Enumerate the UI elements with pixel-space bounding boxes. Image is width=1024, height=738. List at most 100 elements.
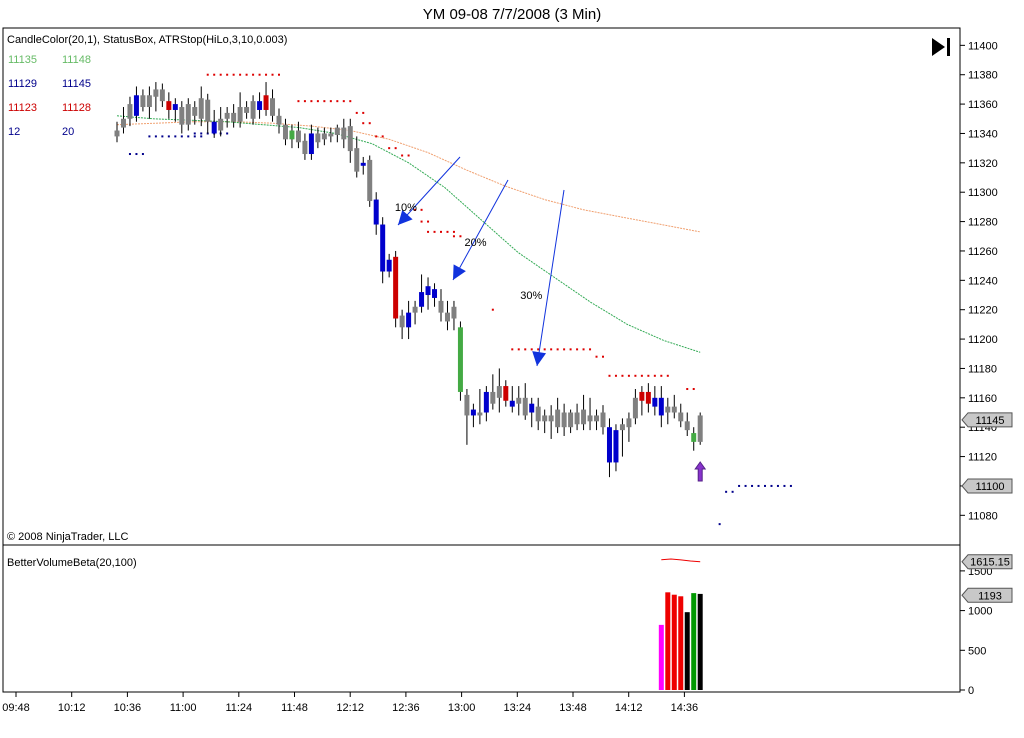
atr-stop-dot — [213, 73, 216, 76]
atr-stop-dot — [310, 100, 313, 103]
atr-stop-dot — [401, 154, 404, 157]
volume-bar — [691, 593, 697, 690]
candle-body — [308, 133, 314, 155]
atr-stop-dot — [459, 235, 462, 238]
candle-body — [671, 406, 677, 413]
candle-body — [535, 406, 541, 422]
status-box-right-value: 11148 — [62, 54, 91, 66]
candle-body — [594, 415, 600, 422]
candle-body — [270, 98, 276, 116]
atr-stop-dot — [640, 374, 643, 377]
candle-body — [114, 130, 120, 137]
atr-stop-dot — [316, 100, 319, 103]
candle-body — [542, 415, 548, 422]
atr-stop-dot — [174, 135, 177, 138]
price-axis-tick-label: 11340 — [968, 128, 998, 140]
price-axis-tick-label: 11380 — [968, 70, 998, 82]
atr-stop-dot — [303, 100, 306, 103]
candle-body — [295, 130, 301, 143]
atr-stop-dot — [653, 374, 656, 377]
buy-signal-arrow-icon — [694, 461, 707, 482]
candle-body — [133, 95, 139, 116]
atr-stop-dot — [634, 374, 637, 377]
skip-to-end-icon[interactable] — [932, 38, 950, 56]
price-axis-tick-label: 11360 — [968, 99, 998, 111]
volume-bar — [697, 593, 703, 690]
atr-stop-dot — [731, 490, 734, 493]
current-volume-marker: 1193 — [978, 590, 1002, 602]
price-axis-tick-label: 11300 — [968, 187, 998, 199]
atr-stop-dot — [757, 484, 760, 487]
atr-stop-dot — [206, 73, 209, 76]
time-axis: 09:48 10:12 10:36 11:00 11:24 11:48 12:12 12:36… — [2, 692, 698, 714]
atr-stop-dot — [349, 100, 352, 103]
candle-body — [568, 412, 574, 428]
volume-threshold-marker: 1615.15 — [970, 557, 1010, 569]
candle-body — [574, 412, 580, 425]
atr-stop-dot — [433, 230, 436, 233]
candle-body — [632, 397, 638, 419]
slow-moving-average-line — [116, 121, 701, 233]
candle-body — [470, 409, 476, 416]
atr-stop-dot — [226, 73, 229, 76]
atr-stop-dot — [563, 348, 566, 351]
candle-body — [153, 89, 159, 97]
candle-body — [367, 159, 373, 202]
atr-stop-dot — [258, 73, 261, 76]
candle-body — [561, 412, 567, 428]
candle-body — [600, 412, 606, 428]
atr-stop-dot — [420, 208, 423, 211]
status-box-right-value: 11145 — [62, 78, 91, 90]
atr-stop-dot — [511, 348, 514, 351]
candles — [114, 82, 703, 478]
price-panel-frame — [2, 27, 961, 546]
atr-stop-dot — [602, 355, 604, 358]
time-axis-tick-label: 14:12 — [615, 702, 643, 714]
candle-body — [321, 133, 327, 140]
price-axis-tick-label: 11280 — [968, 217, 998, 229]
candle-body — [315, 133, 321, 143]
last-price-marker: 11145 — [976, 415, 1005, 427]
price-axis-tick-label: 11220 — [968, 305, 998, 317]
atr-stop-dot — [524, 348, 527, 351]
candle-body — [619, 424, 625, 431]
atr-stop-dot — [226, 132, 229, 135]
candle-body — [166, 101, 172, 110]
indicator-label: CandleColor(20,1), StatusBox, ATRStop(Hi… — [7, 34, 287, 46]
atr-stop-dot — [187, 135, 190, 138]
atr-stop-dot — [252, 73, 255, 76]
annotation-label: 20% — [465, 237, 487, 249]
status-box-left-value: 11135 — [8, 54, 37, 66]
candle-body — [334, 127, 340, 135]
atr-stop-dot — [297, 100, 300, 103]
atr-stop-dot — [783, 484, 786, 487]
candle-body — [120, 118, 126, 128]
candle-body — [263, 95, 269, 110]
atr-stop-dot — [245, 73, 248, 76]
atr-stop-dot — [167, 135, 170, 138]
candle-body — [425, 286, 431, 296]
price-axis-tick-label: 11260 — [968, 246, 998, 258]
atr-stop-dot — [200, 132, 203, 135]
time-axis-tick-label: 11:48 — [281, 702, 308, 714]
annotation-label: 10% — [395, 202, 417, 214]
atr-stop-dot — [381, 135, 384, 138]
atr-stop-dot — [751, 484, 754, 487]
atr-stop-dot — [141, 153, 144, 156]
candle-body — [665, 406, 671, 413]
candle-body — [380, 224, 386, 272]
candle-body — [548, 415, 554, 422]
status-box-right-value: 11128 — [62, 102, 91, 114]
chart-canvas: YM 09-08 7/7/2008 (3 Min) CandleColor(20… — [2, 6, 1013, 714]
time-axis-tick-label: 13:48 — [559, 702, 587, 714]
candle-body — [645, 391, 651, 404]
atr-stop-dots — [128, 73, 792, 526]
candle-body — [373, 199, 379, 225]
volume-bar — [671, 594, 677, 690]
atr-stop-dot — [148, 135, 151, 138]
chart-title: YM 09-08 7/7/2008 (3 Min) — [423, 6, 601, 23]
candle-body — [302, 140, 308, 155]
candle-body — [406, 312, 412, 328]
status-box-left-value: 12 — [8, 126, 20, 138]
price-axis-tick-label: 11200 — [968, 334, 998, 346]
